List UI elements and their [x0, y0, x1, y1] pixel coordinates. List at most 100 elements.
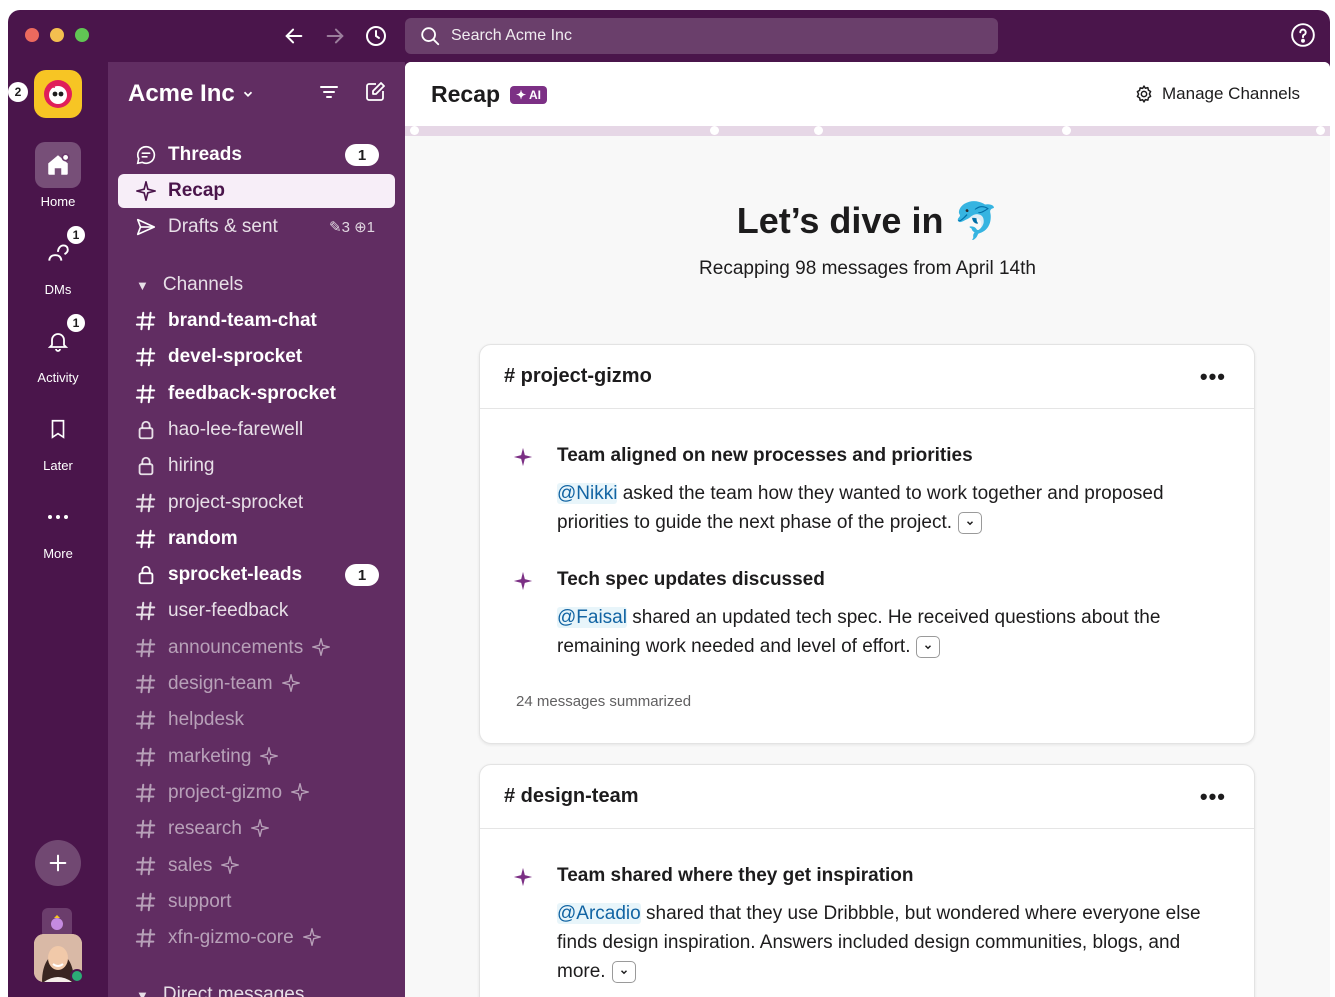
manage-channels-label: Manage Channels — [1162, 84, 1300, 103]
zoom-window-button[interactable] — [75, 28, 89, 42]
hash-icon — [134, 745, 158, 769]
channel-name: announcements — [168, 636, 304, 658]
card-channel-name[interactable]: # project-gizmo — [504, 365, 652, 388]
hash-icon — [134, 817, 158, 841]
channel-name: helpdesk — [168, 709, 245, 731]
channel-name: project-sprocket — [168, 491, 304, 513]
sidebar-channel-xfn-gizmo-core[interactable]: xfn-gizmo-core — [118, 921, 395, 955]
sidebar-item-drafts[interactable]: Drafts & sent ✎3 ⊕1 — [118, 210, 395, 244]
sidebar-channel-marketing[interactable]: marketing — [118, 740, 395, 774]
direct-messages-section-header[interactable]: ▼ Direct messages — [118, 978, 395, 997]
compose-icon[interactable] — [363, 80, 389, 106]
channel-name: hiring — [168, 455, 215, 477]
channel-count-badge: 1 — [345, 564, 379, 587]
plus-icon — [49, 854, 67, 872]
hash-icon — [134, 636, 158, 660]
channels-section-header[interactable]: ▼ Channels — [118, 268, 395, 302]
progress-dot[interactable] — [410, 126, 419, 135]
sidebar-channel-design-team[interactable]: design-team — [118, 667, 395, 701]
rail-dms[interactable]: 1 DMs — [8, 224, 108, 297]
progress-dot[interactable] — [1062, 126, 1071, 135]
channel-name: sales — [168, 854, 213, 876]
expand-chevron-icon[interactable] — [611, 960, 636, 983]
drafts-counts: ✎3 ⊕1 — [329, 219, 375, 236]
channel-name: support — [168, 890, 232, 912]
workspace-rail: 2 Home 1 DMs 1 Activity Later More — [8, 62, 108, 997]
expand-chevron-icon[interactable] — [916, 635, 941, 658]
sparkle-icon — [512, 570, 536, 594]
user-mention[interactable]: @Faisal — [557, 607, 627, 628]
progress-dot[interactable] — [814, 126, 823, 135]
history-clock-icon[interactable] — [362, 22, 390, 50]
manage-channels-button[interactable]: Manage Channels — [1134, 84, 1300, 104]
recap-card-design-team: # design-team ••• Team shared where they… — [479, 764, 1255, 997]
progress-dot[interactable] — [1316, 126, 1325, 135]
help-icon[interactable] — [1290, 22, 1318, 50]
hash-icon — [134, 527, 158, 551]
rail-activity[interactable]: 1 Activity — [8, 312, 108, 385]
search-bar[interactable]: Search Acme Inc — [405, 18, 998, 54]
user-mention[interactable]: @Nikki — [557, 483, 618, 504]
rail-home[interactable]: Home — [8, 142, 108, 209]
sparkle-icon — [259, 746, 281, 768]
back-arrow-icon[interactable] — [280, 22, 308, 50]
sidebar-channel-feedback-sprocket[interactable]: feedback-sprocket — [118, 377, 395, 411]
recap-summary-item: Team aligned on new processes and priori… — [512, 445, 1212, 545]
hash-icon — [134, 345, 158, 369]
rail-later[interactable]: Later — [8, 406, 108, 473]
workspace-logo[interactable] — [34, 70, 82, 118]
workspace-name-menu[interactable]: Acme Inc — [128, 80, 255, 108]
sidebar-channel-sprocket-leads[interactable]: sprocket-leads 1 — [118, 558, 395, 592]
home-icon — [35, 142, 81, 188]
sidebar-channel-devel-sprocket[interactable]: devel-sprocket — [118, 340, 395, 374]
user-mention[interactable]: @Arcadio — [557, 903, 641, 924]
progress-dot[interactable] — [710, 126, 719, 135]
filter-icon[interactable] — [317, 80, 343, 106]
channel-name: marketing — [168, 745, 252, 767]
sparkle-icon — [220, 855, 242, 877]
threads-count-badge: 1 — [345, 144, 379, 166]
hero-title: Let’s dive in 🐬 — [736, 200, 999, 241]
sidebar-channel-user-feedback[interactable]: user-feedback — [118, 594, 395, 628]
search-placeholder: Search Acme Inc — [451, 27, 572, 44]
card-channel-name[interactable]: # design-team — [504, 785, 638, 808]
add-workspace-button[interactable] — [35, 840, 81, 886]
user-avatar[interactable] — [34, 908, 84, 983]
channel-name: random — [168, 527, 238, 549]
sidebar-channel-sales[interactable]: sales — [118, 849, 395, 883]
card-more-icon[interactable]: ••• — [1200, 364, 1226, 390]
recap-main-pane: Recap ✦ AI Manage Channels Let’s dive in… — [405, 62, 1330, 997]
forward-arrow-icon[interactable] — [321, 22, 349, 50]
sidebar-channel-helpdesk[interactable]: helpdesk — [118, 703, 395, 737]
channel-name: brand-team-chat — [168, 310, 317, 331]
summary-body: @Faisal shared an updated tech spec. He … — [557, 603, 1217, 661]
sidebar-channel-announcements[interactable]: announcements — [118, 631, 395, 665]
rail-more[interactable]: More — [8, 494, 108, 561]
rail-later-label: Later — [43, 458, 73, 473]
summary-text: asked the team how they wanted to work t… — [557, 483, 1164, 533]
sidebar-item-threads[interactable]: Threads 1 — [118, 138, 395, 172]
channel-name: user-feedback — [168, 600, 289, 622]
recap-summary-item: Team shared where they get inspiration @… — [512, 865, 1212, 995]
app-window: Search Acme Inc 2 Home 1 DMs 1 Activity … — [8, 10, 1330, 997]
sidebar-channel-brand-team-chat[interactable]: brand-team-chat — [118, 304, 395, 338]
sidebar-channel-hiring[interactable]: hiring — [118, 449, 395, 483]
expand-chevron-icon[interactable] — [958, 511, 983, 534]
messages-summarized-count: 24 messages summarized — [516, 693, 692, 710]
sidebar-channel-random[interactable]: random — [118, 522, 395, 556]
sidebar-channel-research[interactable]: research — [118, 812, 395, 846]
minimize-window-button[interactable] — [50, 28, 64, 42]
threads-label: Threads — [168, 144, 242, 165]
card-more-icon[interactable]: ••• — [1200, 784, 1226, 810]
sidebar-item-recap[interactable]: Recap — [118, 174, 395, 208]
sidebar-channel-project-gizmo[interactable]: project-gizmo — [118, 776, 395, 810]
page-title: Recap — [431, 81, 501, 107]
sidebar-channel-support[interactable]: support — [118, 885, 395, 919]
caret-down-icon: ▼ — [136, 987, 149, 997]
hash-icon — [134, 854, 158, 878]
caret-down-icon: ▼ — [136, 277, 149, 293]
close-window-button[interactable] — [25, 28, 39, 42]
channel-name: design-team — [168, 673, 273, 694]
sidebar-channel-hao-lee-farewell[interactable]: hao-lee-farewell — [118, 413, 395, 447]
sidebar-channel-project-sprocket[interactable]: project-sprocket — [118, 486, 395, 520]
